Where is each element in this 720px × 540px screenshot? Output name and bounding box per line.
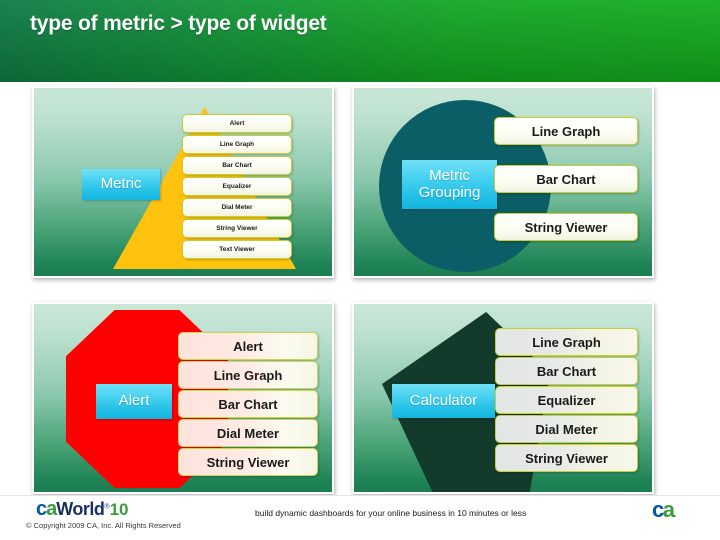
slide-canvas: type of metric > type of widget Metric A…: [0, 0, 720, 540]
widget-chip[interactable]: String Viewer: [178, 448, 318, 476]
alert-panel: Alert Alert Line Graph Bar Chart Dial Me…: [32, 302, 334, 494]
ca-logo-dot: .: [673, 509, 677, 520]
category-label-alert[interactable]: Alert: [96, 384, 172, 419]
widget-chip[interactable]: Line Graph: [178, 361, 318, 389]
caworld-logo-ten: 10: [109, 500, 129, 519]
caworld-logo: caWorld®10: [36, 499, 129, 519]
ca-logo-c: c: [652, 497, 664, 522]
widget-chip[interactable]: Line Graph: [182, 135, 292, 154]
caworld-logo-world: World: [56, 499, 105, 519]
footer-tagline: build dynamic dashboards for your online…: [255, 508, 527, 518]
widget-chip[interactable]: Alert: [178, 332, 318, 360]
calculator-panel: Calculator Line Graph Bar Chart Equalize…: [352, 302, 654, 494]
widget-chip[interactable]: Text Viewer: [182, 240, 292, 259]
caworld-logo-c: c: [36, 498, 47, 520]
copyright-text: © Copyright 2009 CA, Inc. All Rights Res…: [26, 521, 181, 530]
widget-chip[interactable]: Bar Chart: [495, 357, 638, 385]
ca-logo-icon: ca.: [652, 497, 677, 522]
widget-chip[interactable]: Equalizer: [182, 177, 292, 196]
widget-chip[interactable]: Bar Chart: [182, 156, 292, 175]
ca-logo-a: a: [662, 497, 675, 522]
widget-chip[interactable]: Dial Meter: [178, 419, 318, 447]
category-label-metric-grouping[interactable]: Metric Grouping: [402, 160, 497, 209]
caworld-logo-a: a: [46, 498, 57, 520]
widget-chip[interactable]: Alert: [182, 114, 292, 133]
category-label-line2: Grouping: [418, 183, 481, 201]
widget-chip[interactable]: Equalizer: [495, 386, 638, 414]
widget-chip[interactable]: Line Graph: [494, 117, 638, 145]
widget-chip[interactable]: Dial Meter: [495, 415, 638, 443]
widget-chip[interactable]: String Viewer: [495, 444, 638, 472]
metric-grouping-panel: Metric Grouping Line Graph Bar Chart Str…: [352, 86, 654, 278]
category-label-line1: Metric: [429, 166, 470, 184]
footer: caWorld®10 © Copyright 2009 CA, Inc. All…: [0, 495, 720, 540]
footer-divider: [0, 495, 720, 496]
widget-chip[interactable]: Line Graph: [495, 328, 638, 356]
header-band: type of metric > type of widget: [0, 0, 720, 82]
caworld-logo-ca: ca: [36, 498, 57, 520]
page-title: type of metric > type of widget: [30, 12, 327, 35]
widget-chip[interactable]: Dial Meter: [182, 198, 292, 217]
widget-chip[interactable]: Bar Chart: [178, 390, 318, 418]
widget-chip[interactable]: Bar Chart: [494, 165, 638, 193]
category-label-metric[interactable]: Metric: [82, 169, 160, 200]
metric-panel: Metric Alert Line Graph Bar Chart Equali…: [32, 86, 334, 278]
category-label-calculator[interactable]: Calculator: [392, 384, 495, 418]
widget-chip[interactable]: String Viewer: [182, 219, 292, 238]
widget-chip[interactable]: String Viewer: [494, 213, 638, 241]
